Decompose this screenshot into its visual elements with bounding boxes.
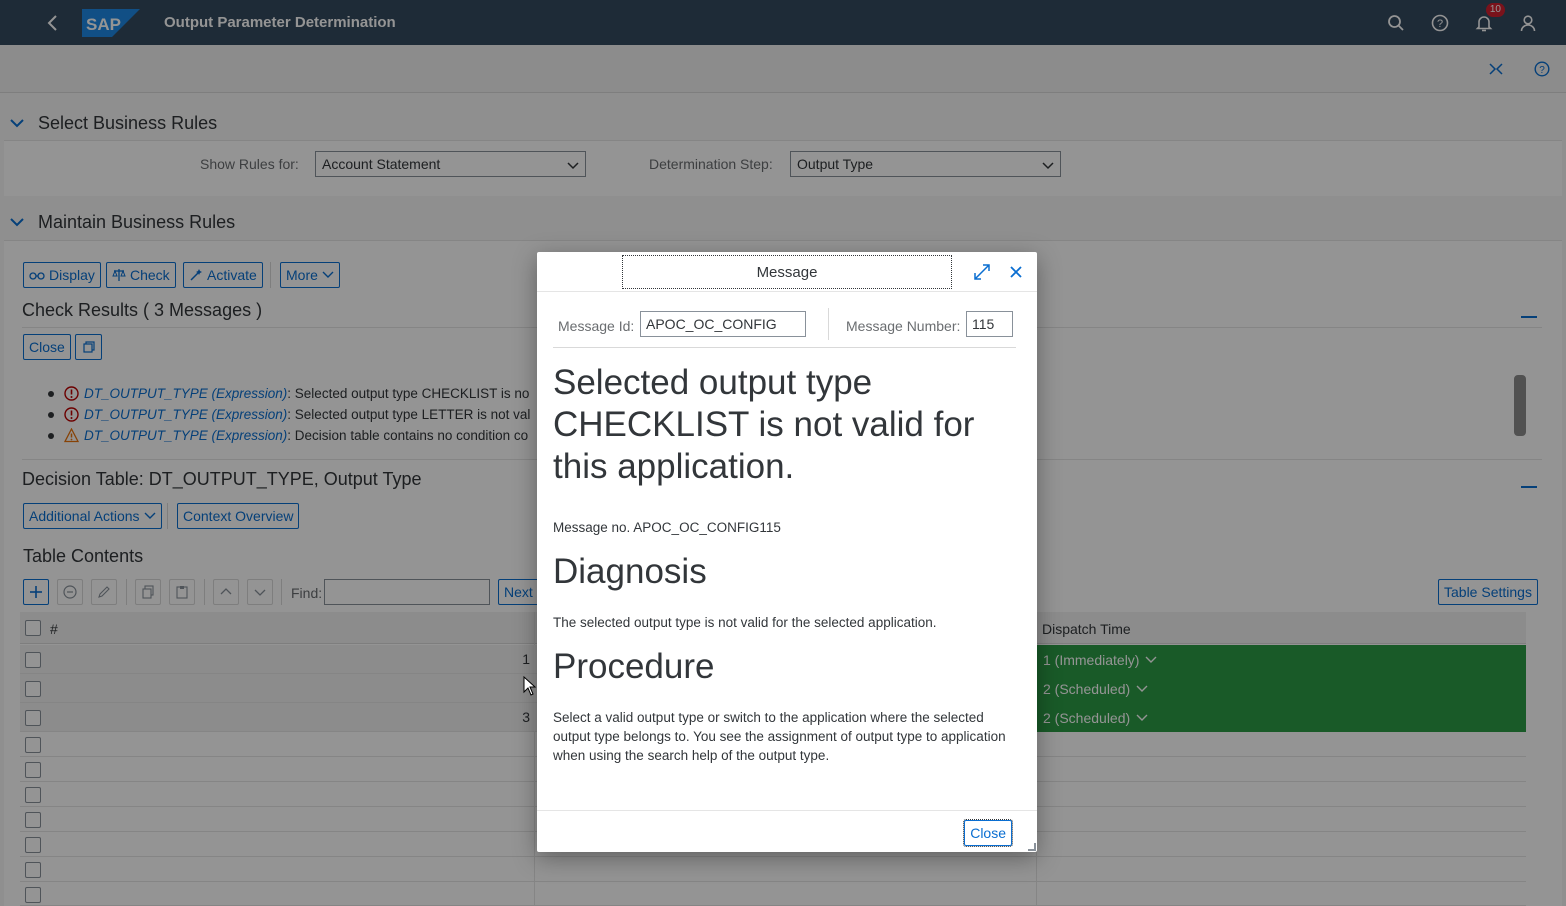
- message-id-value: APOC_OC_CONFIG: [646, 316, 777, 332]
- maximize-button[interactable]: [971, 261, 993, 283]
- dialog-footer: Close: [537, 810, 1037, 852]
- dialog-header: Message: [537, 252, 1037, 292]
- mouse-cursor-icon: [523, 676, 537, 696]
- message-dialog: Message Message Id: APOC_OC_CONFIG Messa…: [537, 252, 1037, 852]
- message-heading: Selected output type CHECKLIST is not va…: [553, 363, 975, 486]
- dialog-title: Message: [622, 255, 952, 289]
- field-separator: [828, 308, 829, 340]
- diagnosis-heading: Diagnosis: [553, 552, 707, 591]
- message-id-field[interactable]: APOC_OC_CONFIG: [640, 311, 806, 337]
- message-number-label: Message Number:: [846, 318, 961, 334]
- resize-handle[interactable]: [1028, 843, 1036, 851]
- message-number-text: Message no. APOC_OC_CONFIG115: [553, 520, 781, 535]
- diagnosis-text: The selected output type is not valid fo…: [553, 615, 937, 630]
- dialog-close-label: Close: [970, 825, 1006, 841]
- procedure-text: Select a valid output type or switch to …: [553, 710, 1006, 763]
- dialog-close-x-button[interactable]: [1005, 261, 1027, 283]
- close-icon: [1010, 266, 1022, 278]
- expand-icon: [974, 264, 990, 280]
- message-content: Selected output type CHECKLIST is not va…: [553, 362, 1021, 765]
- message-id-label: Message Id:: [558, 318, 635, 334]
- message-fields: Message Id: APOC_OC_CONFIG Message Numbe…: [553, 308, 1016, 348]
- dialog-close-button[interactable]: Close: [963, 819, 1013, 847]
- message-number-field[interactable]: 115: [966, 311, 1013, 337]
- procedure-heading: Procedure: [553, 647, 715, 686]
- message-number-value: 115: [972, 316, 995, 332]
